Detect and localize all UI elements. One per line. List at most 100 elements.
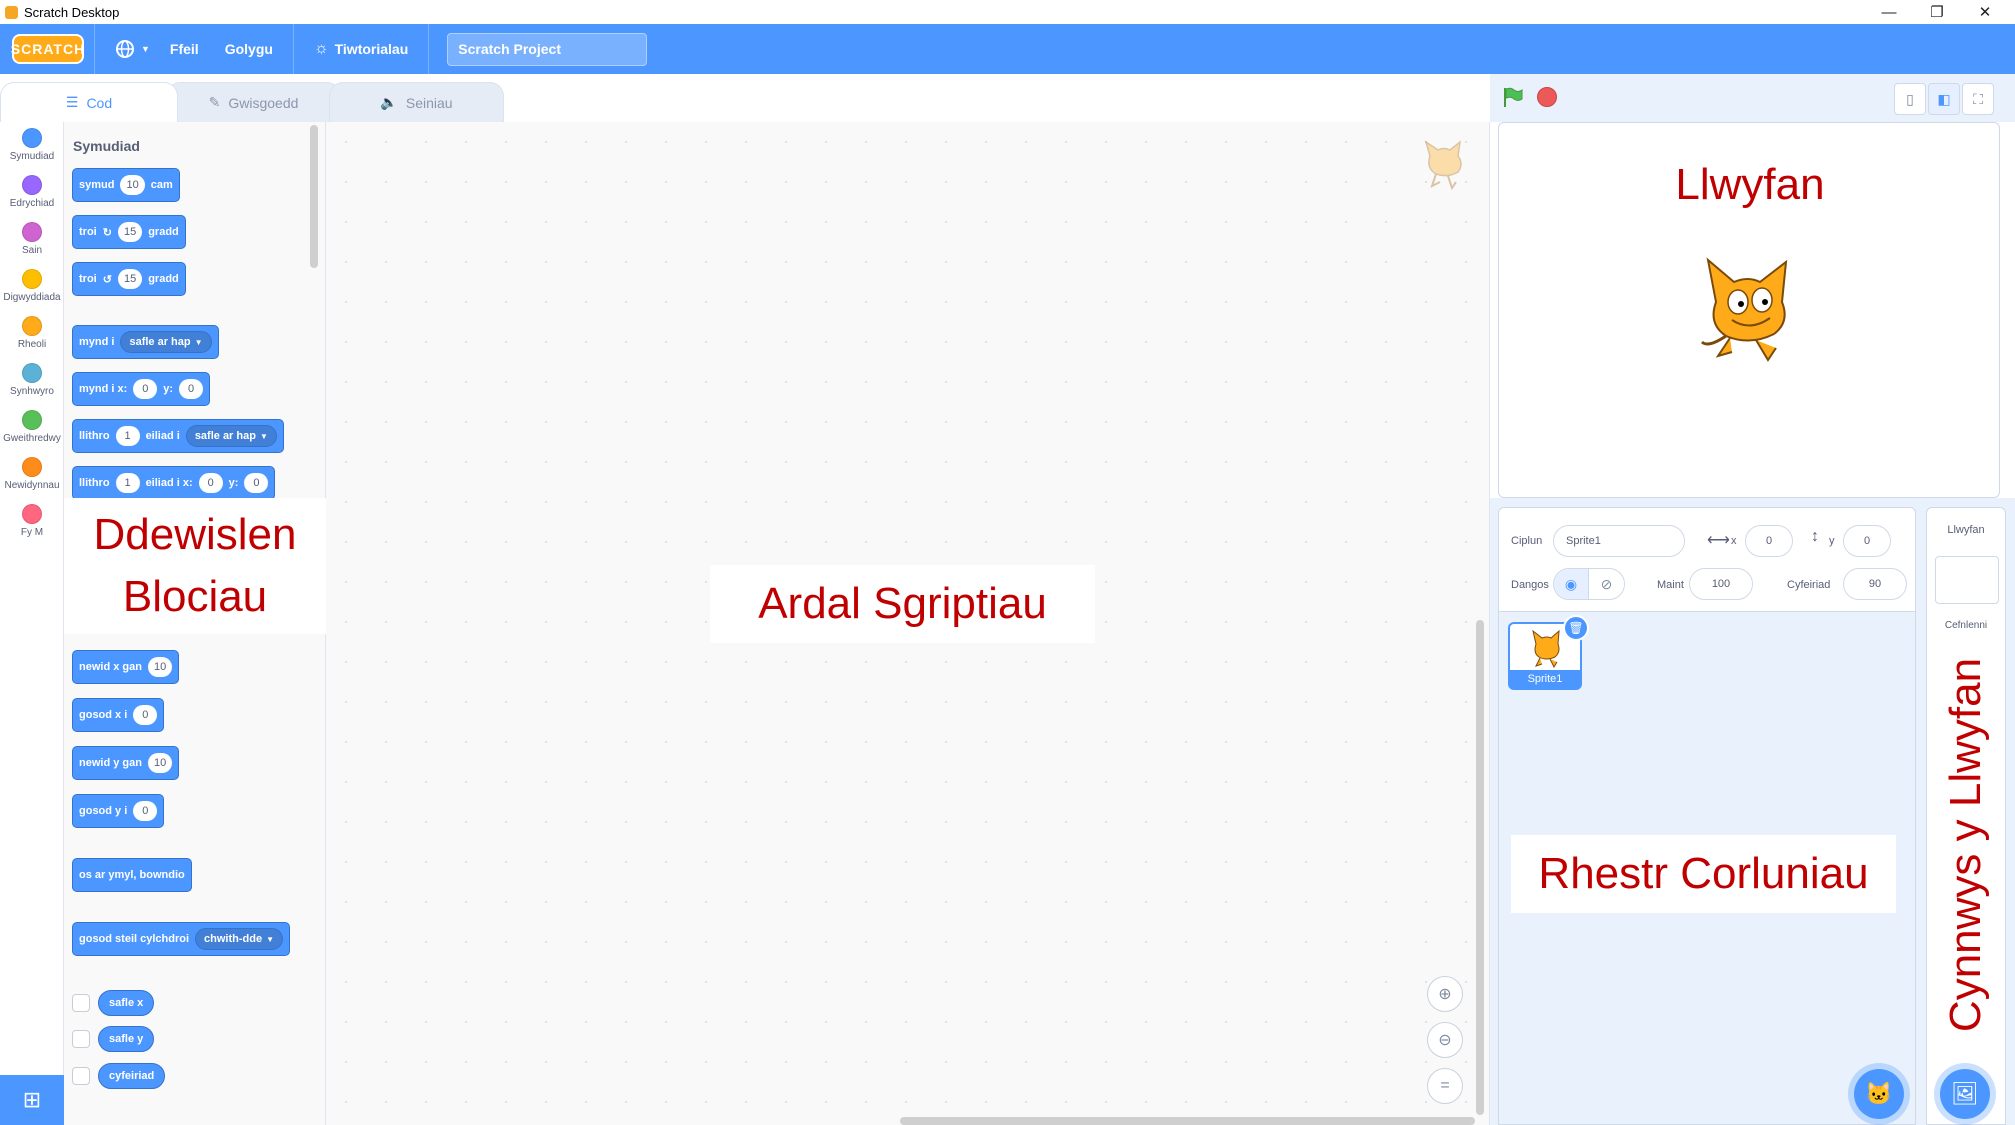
block-input[interactable]: 0	[133, 801, 158, 821]
fullscreen-button[interactable]: ⛶	[1962, 83, 1994, 115]
brush-icon: ✎	[208, 94, 221, 110]
block-input[interactable]: 1	[115, 426, 140, 446]
reporter-checkbox[interactable]	[72, 1030, 90, 1048]
category-events[interactable]: Digwyddiada	[0, 269, 64, 303]
sprite-cat[interactable]	[1690, 252, 1802, 364]
restore-button[interactable]: ❐	[1914, 0, 1960, 24]
sprite-name-input[interactable]: Sprite1	[1553, 525, 1685, 557]
tab-code[interactable]: ☰ Cod	[0, 82, 178, 122]
close-button[interactable]: ✕	[1962, 0, 2008, 24]
block-input[interactable]: 10	[147, 657, 173, 677]
category-looks[interactable]: Edrychiad	[0, 175, 64, 209]
block-dropdown[interactable]: safle ar hap ▼	[185, 425, 277, 447]
category-my-blocks[interactable]: Fy M	[0, 504, 64, 538]
zoom-in-button[interactable]: ⊕	[1427, 976, 1463, 1012]
block-text: os ar ymyl, bowndio	[79, 869, 185, 881]
block-text: gradd	[148, 226, 179, 238]
reporter-direction[interactable]: cyfeiriad	[98, 1063, 166, 1089]
delete-sprite-button[interactable]: 🗑	[1563, 615, 1589, 641]
small-stage-button[interactable]: ▯	[1894, 83, 1926, 115]
script-area-vertical-scrollbar[interactable]	[1476, 620, 1484, 1115]
scratch-logo[interactable]: SCRATCH	[11, 34, 84, 64]
annotation-script-area: Ardal Sgriptiau	[710, 565, 1095, 643]
zoom-in-icon: ⊕	[1438, 986, 1452, 1003]
size-input[interactable]: 100	[1689, 568, 1753, 600]
block-move-steps[interactable]: symud 10 cam	[72, 168, 180, 202]
block-glide[interactable]: llithro 1 eiliad i safle ar hap ▼	[72, 419, 284, 453]
show-visible-button[interactable]: ◉	[1554, 569, 1590, 599]
block-input[interactable]: 10	[147, 753, 173, 773]
language-menu[interactable]: ▼	[105, 39, 160, 59]
reporter-x-position[interactable]: safle x	[98, 990, 155, 1016]
block-dropdown[interactable]: safle ar hap ▼	[120, 331, 212, 353]
tab-sounds[interactable]: 🔈 Seiniau	[329, 82, 504, 122]
block-input[interactable]: 15	[117, 222, 143, 242]
category-motion[interactable]: Symudiad	[0, 128, 64, 162]
choose-sprite-button[interactable]: 🐱	[1854, 1069, 1904, 1119]
block-text: troi	[79, 273, 97, 285]
backdrops-label: Cefnlenni	[1944, 620, 1988, 631]
palette-scrollbar[interactable]	[310, 125, 318, 268]
block-goto-xy[interactable]: mynd i x: 0 y: 0	[72, 372, 211, 406]
block-bounce[interactable]: os ar ymyl, bowndio	[72, 858, 192, 892]
normal-stage-button[interactable]: ◧	[1928, 83, 1960, 115]
show-hidden-button[interactable]: ⊘	[1589, 569, 1624, 599]
category-control[interactable]: Rheoli	[0, 316, 64, 350]
zoom-out-button[interactable]: ⊖	[1427, 1022, 1463, 1058]
edit-menu[interactable]: Golygu	[215, 41, 283, 57]
direction-label: Cyfeiriad	[1787, 579, 1831, 591]
reporter-checkbox[interactable]	[72, 994, 90, 1012]
block-input[interactable]: 0	[179, 379, 204, 399]
block-text: troi	[79, 226, 97, 238]
block-input[interactable]: 0	[133, 705, 158, 725]
block-input[interactable]: 10	[120, 175, 145, 195]
script-area-horizontal-scrollbar[interactable]	[900, 1117, 1475, 1125]
block-glide-xy[interactable]: llithro 1 eiliad i x: 0 y: 0	[72, 466, 276, 500]
category-label: Synhwyro	[10, 386, 54, 397]
stop-button[interactable]	[1537, 87, 1557, 107]
annotation-sprite-list: Rhestr Corluniau	[1511, 835, 1896, 913]
block-turn-right[interactable]: troi ↻ 15 gradd	[72, 215, 186, 249]
block-input[interactable]: 0	[133, 379, 158, 399]
block-rotation-style[interactable]: gosod steil cylchdroi chwith-dde ▼	[72, 922, 291, 956]
green-flag-icon[interactable]	[1502, 86, 1524, 108]
block-text: gradd	[148, 273, 179, 285]
block-input[interactable]: 0	[198, 473, 223, 493]
category-variables[interactable]: Newidynnau	[0, 457, 64, 491]
reporter-y-position[interactable]: safle y	[98, 1026, 155, 1052]
add-extension-button[interactable]: ⊞	[0, 1075, 64, 1125]
direction-input[interactable]: 90	[1843, 568, 1907, 600]
category-operators[interactable]: Gweithredwy	[0, 410, 64, 444]
tab-label: Cod	[86, 94, 113, 111]
category-label: Fy M	[20, 527, 44, 538]
block-change-x[interactable]: newid x gan 10	[72, 650, 180, 684]
block-set-y[interactable]: gosod y i 0	[72, 794, 165, 828]
tutorials-menu[interactable]: ☼ Tiwtorialau	[304, 40, 418, 58]
x-position-input[interactable]: 0	[1745, 525, 1793, 557]
tab-costumes[interactable]: ✎ Gwisgoedd	[166, 82, 341, 122]
block-set-x[interactable]: gosod x i 0	[72, 698, 165, 732]
stage-thumbnail[interactable]	[1935, 556, 1999, 604]
sprite-watermark-icon	[1424, 140, 1462, 191]
block-dropdown[interactable]: chwith-dde ▼	[195, 928, 284, 950]
block-goto[interactable]: mynd i safle ar hap ▼	[72, 325, 219, 359]
globe-icon	[116, 40, 134, 58]
file-menu[interactable]: Ffeil	[160, 41, 209, 57]
code-icon: ☰	[65, 94, 79, 110]
reporter-checkbox[interactable]	[72, 1067, 90, 1085]
tutorials-label: Tiwtorialau	[334, 41, 409, 57]
zoom-reset-button[interactable]: =	[1427, 1068, 1463, 1104]
block-turn-left[interactable]: troi ↺ 15 gradd	[72, 262, 186, 296]
block-text: mynd i x:	[79, 383, 128, 395]
category-dot	[22, 222, 42, 242]
choose-backdrop-button[interactable]: 🖼	[1940, 1069, 1990, 1119]
minimize-button[interactable]: —	[1866, 0, 1912, 24]
block-change-y[interactable]: newid y gan 10	[72, 746, 180, 780]
block-input[interactable]: 0	[244, 473, 269, 493]
block-input[interactable]: 15	[117, 269, 143, 289]
category-sound[interactable]: Sain	[0, 222, 64, 256]
project-title-input[interactable]: Scratch Project	[447, 32, 648, 66]
block-input[interactable]: 1	[115, 473, 140, 493]
category-sensing[interactable]: Synhwyro	[0, 363, 64, 397]
y-position-input[interactable]: 0	[1843, 525, 1891, 557]
